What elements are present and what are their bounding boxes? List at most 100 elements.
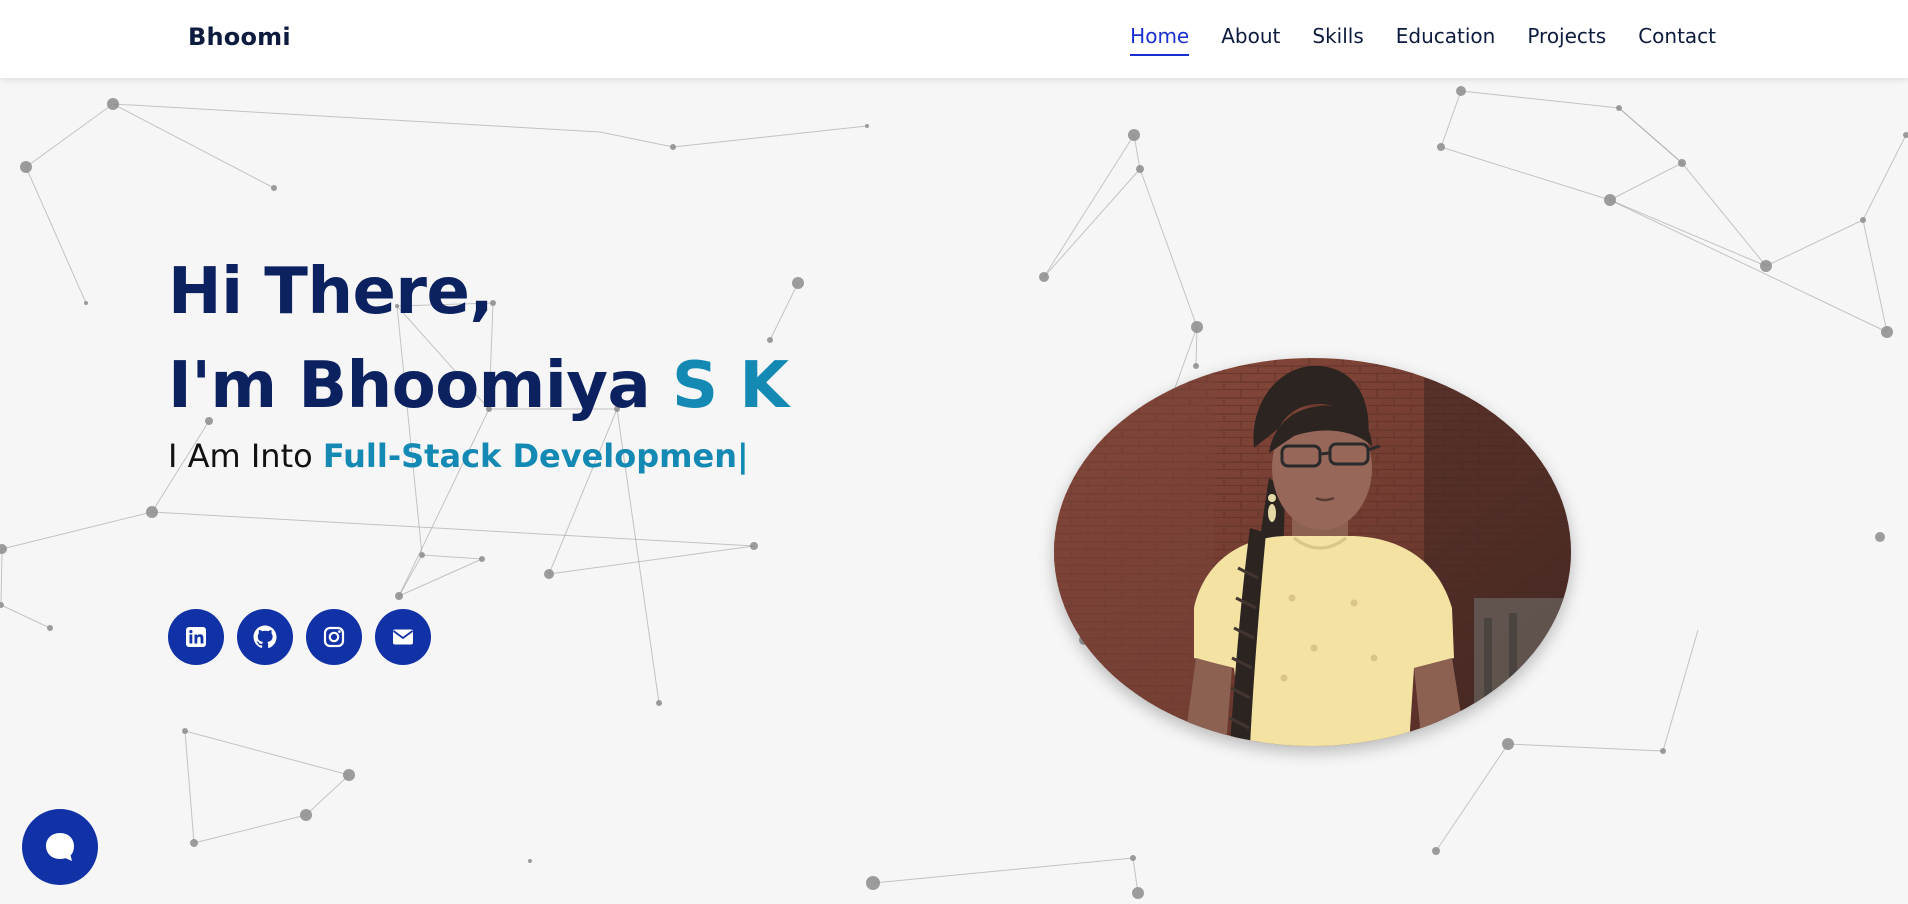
particle-link xyxy=(1507,743,1664,752)
particle-link xyxy=(25,103,114,168)
particle-link xyxy=(1,511,153,550)
particle-dot xyxy=(1678,159,1686,167)
nav-link-about[interactable]: About xyxy=(1221,24,1280,56)
particle-dot xyxy=(1604,194,1616,206)
particle-link xyxy=(1139,168,1198,328)
particle-dot xyxy=(750,542,758,550)
hero-tagline: I Am Into Full-Stack Developmen| xyxy=(168,437,788,475)
particle-dot xyxy=(1903,132,1908,138)
particle-link xyxy=(112,103,275,189)
nav-link-home[interactable]: Home xyxy=(1130,24,1190,56)
particle-dot xyxy=(0,602,4,608)
instagram-button[interactable] xyxy=(306,609,362,665)
particle-dot xyxy=(20,161,32,173)
social-links xyxy=(168,609,431,665)
particle-dot xyxy=(271,185,277,191)
linkedin-button[interactable] xyxy=(168,609,224,665)
particle-dot xyxy=(866,876,880,890)
site-logo[interactable]: Bhoomi xyxy=(188,23,291,51)
nav-link-projects[interactable]: Projects xyxy=(1527,24,1606,56)
particle-link xyxy=(1440,90,1462,148)
particle-link xyxy=(1862,134,1907,221)
particle-link xyxy=(1460,90,1620,109)
particle-link xyxy=(151,511,755,547)
particle-link xyxy=(1618,107,1683,164)
particle-link xyxy=(112,103,601,133)
particle-link xyxy=(1609,162,1683,201)
particle-link xyxy=(184,730,350,776)
particle-dot xyxy=(300,809,312,821)
particle-dot xyxy=(0,544,7,554)
hero-section: Hi There, I'm Bhoomiya S K I Am Into Ful… xyxy=(168,245,789,475)
linkedin-icon xyxy=(186,627,206,647)
particle-link xyxy=(548,545,755,575)
particle-link xyxy=(1440,146,1611,201)
particle-dot xyxy=(1456,86,1466,96)
particle-link xyxy=(1681,162,1767,267)
particle-dot xyxy=(1660,748,1666,754)
email-button[interactable] xyxy=(375,609,431,665)
typed-role-text: Full-Stack Developmen xyxy=(322,437,737,475)
particle-link xyxy=(398,558,483,597)
particle-dot xyxy=(792,277,804,289)
particle-link xyxy=(1609,199,1888,333)
particle-dot xyxy=(865,124,869,128)
particle-link xyxy=(672,125,868,148)
typing-cursor: | xyxy=(736,437,749,475)
particle-dot xyxy=(479,556,485,562)
email-icon xyxy=(392,629,414,645)
particle-link xyxy=(193,814,307,844)
particle-link xyxy=(1043,134,1135,278)
particle-dot xyxy=(84,301,88,305)
hero-name-prefix: I'm Bhoomiya xyxy=(168,349,672,423)
particle-dot xyxy=(1132,887,1144,899)
hero-name: I'm Bhoomiya S K xyxy=(168,339,789,433)
profile-photo xyxy=(1054,358,1571,746)
particle-link xyxy=(421,554,483,560)
particle-link xyxy=(1435,743,1509,852)
particle-dot xyxy=(1875,532,1885,542)
github-button[interactable] xyxy=(237,609,293,665)
particle-link xyxy=(184,730,195,844)
particle-link xyxy=(1609,199,1767,267)
particle-dot xyxy=(1136,165,1144,173)
particle-link xyxy=(0,604,51,629)
particle-dot xyxy=(528,859,532,863)
chat-widget-button[interactable] xyxy=(22,809,98,885)
particle-dot xyxy=(1760,260,1772,272)
nav-links: Home About Skills Education Projects Con… xyxy=(1130,24,1716,56)
particle-dot xyxy=(343,769,355,781)
particle-dot xyxy=(1437,143,1445,151)
nav-link-contact[interactable]: Contact xyxy=(1638,24,1716,56)
particle-dot xyxy=(107,98,119,110)
particle-dot xyxy=(1130,855,1136,861)
nav-link-education[interactable]: Education xyxy=(1396,24,1496,56)
particle-dot xyxy=(656,700,662,706)
instagram-icon xyxy=(323,626,345,648)
particle-dot xyxy=(1881,326,1893,338)
particle-link xyxy=(599,131,674,148)
particle-link xyxy=(305,774,350,816)
particle-dot xyxy=(190,839,198,847)
particle-dot xyxy=(419,552,425,558)
tagline-prefix: I Am Into xyxy=(168,437,323,475)
nav-link-skills[interactable]: Skills xyxy=(1312,24,1363,56)
particle-dot xyxy=(1860,217,1866,223)
particle-link xyxy=(872,857,1134,884)
particle-link xyxy=(1765,219,1864,267)
chat-bubble-icon xyxy=(46,833,74,861)
hero-greeting: Hi There, xyxy=(168,255,494,329)
particle-dot xyxy=(47,625,53,631)
particle-link xyxy=(1043,168,1141,278)
particle-link xyxy=(0,548,3,606)
particle-dot xyxy=(1502,738,1514,750)
profile-photo-illustration xyxy=(1054,358,1571,746)
particle-link xyxy=(1662,629,1699,752)
particle-dot xyxy=(1128,129,1140,141)
particle-dot xyxy=(182,728,188,734)
particle-dot xyxy=(1191,321,1203,333)
particle-dot xyxy=(395,592,403,600)
hero-name-accent: S K xyxy=(671,349,789,423)
particle-link xyxy=(1862,219,1888,333)
particle-dot xyxy=(1432,847,1440,855)
